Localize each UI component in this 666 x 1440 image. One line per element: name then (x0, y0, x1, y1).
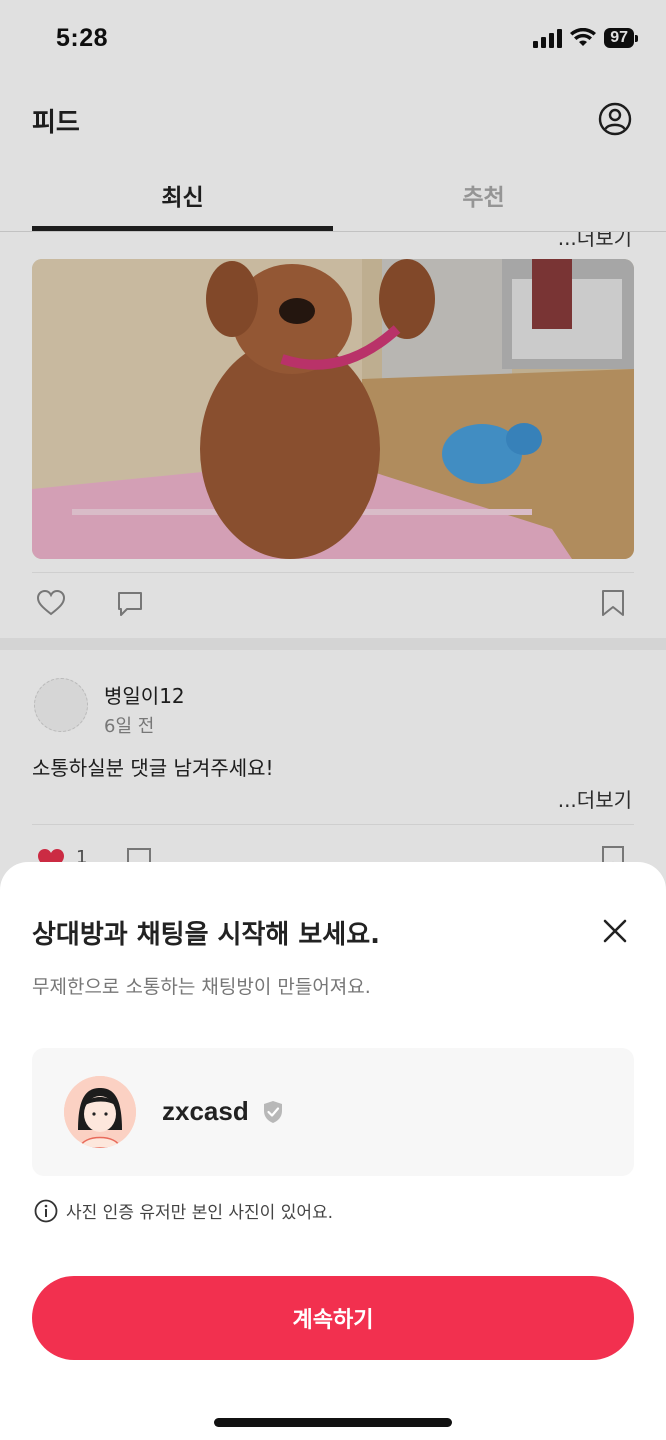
notice-text: 사진 인증 유저만 본인 사진이 있어요. (66, 1203, 334, 1223)
continue-button[interactable]: 계속하기 (32, 1276, 634, 1360)
sheet-subtitle: 무제한으로 소통하는 채팅방이 만들어져요. (32, 976, 371, 998)
user-avatar (64, 1076, 136, 1148)
user-card: zxcasd (32, 1048, 634, 1176)
screen: 5:28 97 피드 최신 추천 ...더보기 병일이12 6일 전 소통하실분… (0, 0, 666, 1440)
start-chat-sheet: 상대방과 채팅을 시작해 보세요. 무제한으로 소통하는 채팅방이 만들어져요.… (0, 862, 666, 1440)
sheet-title: 상대방과 채팅을 시작해 보세요. (32, 920, 380, 950)
info-icon (34, 1199, 58, 1222)
verified-shield-icon (264, 1101, 282, 1123)
close-icon[interactable] (602, 918, 628, 944)
photo-verification-notice: 사진 인증 유저만 본인 사진이 있어요. (34, 1198, 333, 1223)
username: zxcasd (162, 1096, 249, 1126)
home-indicator[interactable] (214, 1418, 452, 1427)
